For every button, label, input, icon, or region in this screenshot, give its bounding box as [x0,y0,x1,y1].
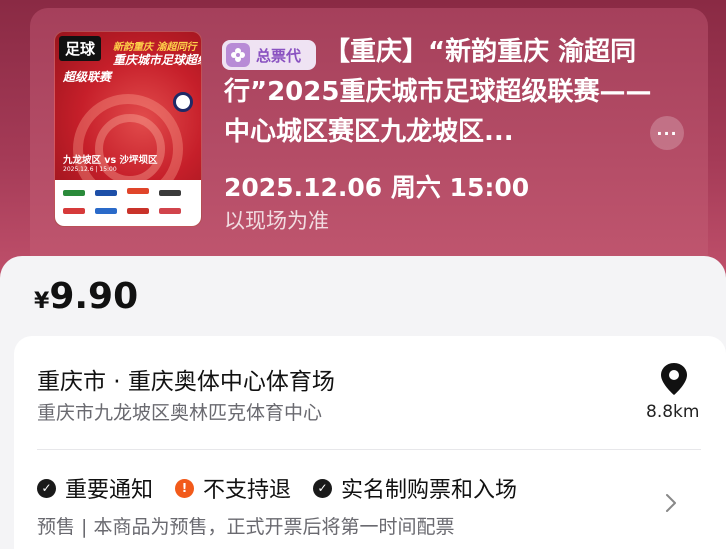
presale-notice: 预售 | 本商品为预售，正式开票后将第一时间配票 [37,516,455,538]
more-options-button[interactable]: ··· [650,116,684,150]
poster-date: 2025.12.6 | 15:00 [63,166,117,173]
sponsor-logo-icon [63,208,85,214]
notice-important[interactable]: ✓ 重要通知 [37,472,153,504]
price-amount: 9.90 [49,276,139,317]
chevron-right-icon[interactable] [664,492,678,514]
event-poster[interactable]: 足球 新韵重庆 渝超同行 重庆城市足球超级 超级联赛 九龙坡区 vs 沙坪坝区 … [54,31,202,227]
poster-badge: 足球 [59,36,102,61]
event-datetime: 2025.12.06 周六 15:00 [224,173,530,202]
venue-name[interactable]: 重庆市 · 重庆奥体中心体育场 [37,362,335,396]
notice-label: 重要通知 [65,478,154,503]
sponsor-logo-icon [159,208,181,214]
purchase-notices[interactable]: ✓ 重要通知 ! 不支持退 ✓ 实名制购票和入场 [37,472,539,504]
sponsor-logo-icon [63,190,85,196]
notice-label: 实名制购票和入场 [341,478,518,503]
divider [37,449,701,450]
venue-address[interactable]: 重庆市九龙坡区奥林匹克体育中心 [37,398,322,425]
check-icon: ✓ [37,478,56,498]
notice-label: 不支持退 [203,478,292,503]
poster-sponsor-strip [55,180,201,226]
sponsor-logo-icon [127,188,149,194]
poster-title-line: 重庆城市足球超级 [113,53,202,67]
notice-real-name[interactable]: ✓ 实名制购票和入场 [313,472,517,504]
sponsor-logo-icon [95,208,117,214]
price: ¥9.90 [34,276,138,317]
event-time-note: 以现场为准 [224,209,329,233]
notice-no-refund[interactable]: ! 不支持退 [175,472,291,504]
warning-icon: ! [175,478,195,498]
price-currency: ¥ [34,289,50,314]
sponsor-logo-icon [127,208,149,214]
flower-icon [226,43,250,67]
league-logo-icon [173,92,193,112]
sponsor-logo-icon [95,190,117,196]
ticket-agent-label: 总票代 [256,46,302,65]
poster-subtitle: 超级联赛 [63,70,112,84]
ticket-agent-tag: 总票代 [222,40,316,70]
poster-teams: 九龙坡区 vs 沙坪坝区 [63,155,158,166]
check-icon: ✓ [313,478,333,498]
poster-swirl-inner [95,114,165,184]
venue-distance: 8.8km [646,402,700,422]
sponsor-logo-icon [159,190,181,196]
location-pin-icon[interactable] [659,362,689,396]
